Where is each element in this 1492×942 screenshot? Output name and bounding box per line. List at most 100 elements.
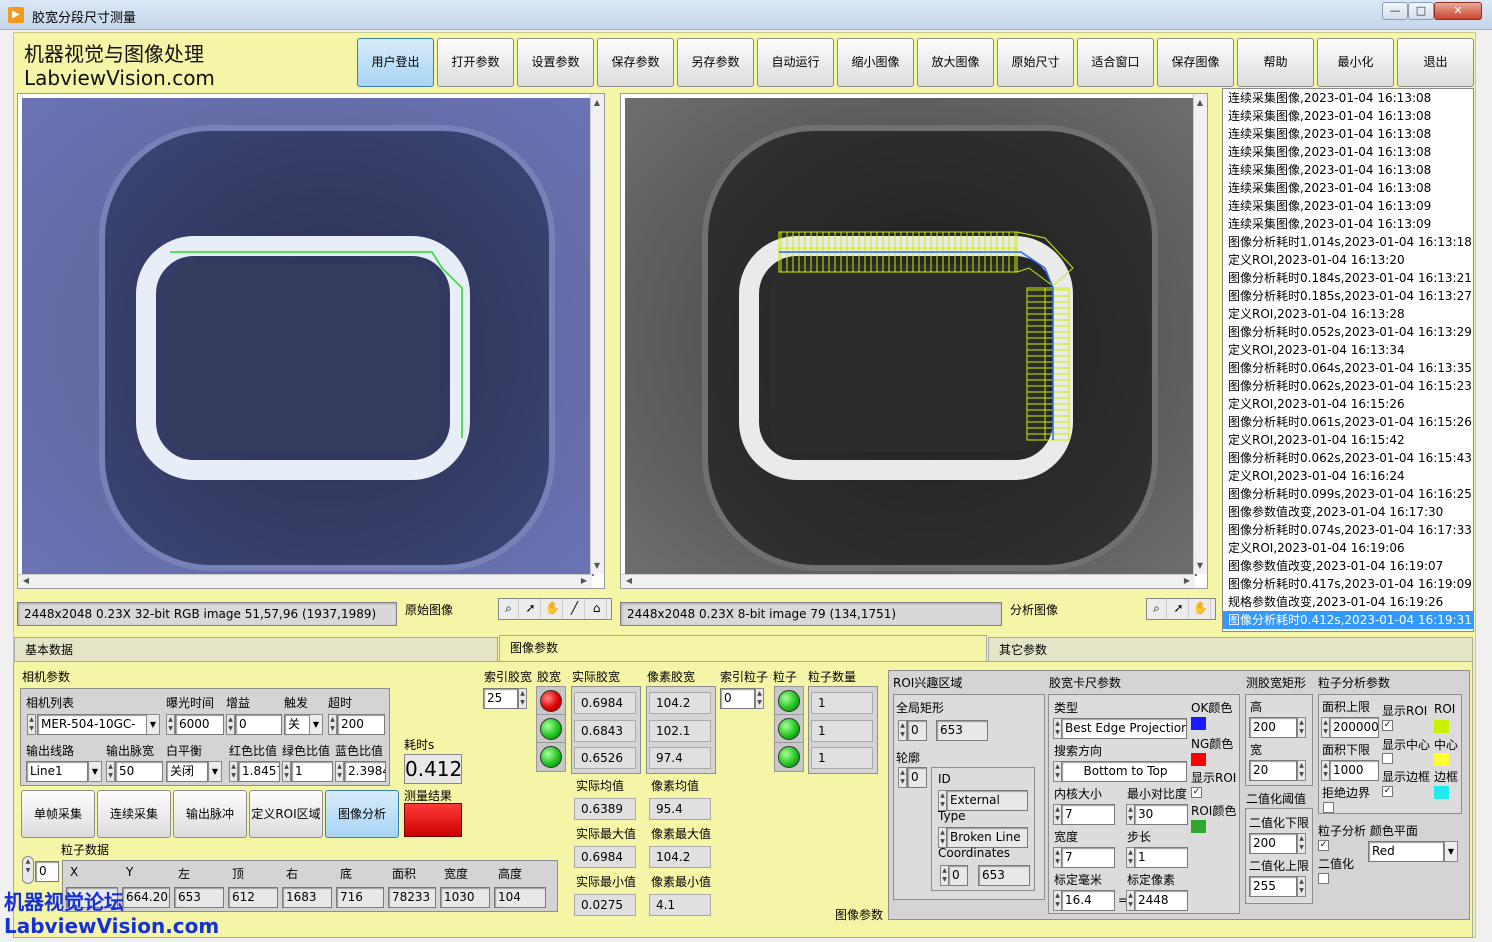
threshold-high-spinner[interactable]: ▲ ▼	[1297, 876, 1306, 897]
open-params-button[interactable]: 打开参数	[437, 38, 514, 87]
event-log[interactable]: 连续采集图像,2023-01-04 16:13:08 连续采集图像,2023-01…	[1222, 88, 1474, 632]
continuous-capture-button[interactable]: 连续采集	[97, 790, 171, 838]
polyline-tool-icon[interactable]: ⌂	[587, 599, 607, 619]
save-as-params-button[interactable]: 另存参数	[677, 38, 754, 87]
original-image-display[interactable]: ▲ ▼ ◀ ▶	[17, 93, 605, 589]
logout-button[interactable]: 用户登出	[357, 38, 434, 87]
log-entry[interactable]: 图像分析耗时0.061s,2023-01-04 16:15:26	[1223, 413, 1473, 431]
zoom-out-button[interactable]: 缩小图像	[837, 38, 914, 87]
chevron-down-icon[interactable]: ▼	[146, 714, 160, 735]
pointer-tool-icon[interactable]: ➚	[1169, 599, 1189, 619]
pulse-width-input[interactable]: 50	[115, 761, 163, 782]
threshold-low-input[interactable]: 200	[1249, 833, 1297, 854]
output-line-select[interactable]: Line1	[26, 761, 88, 782]
global-rect-spinner[interactable]: ▲ ▼	[898, 720, 907, 741]
exposure-input[interactable]: 6000	[175, 714, 224, 735]
log-entry[interactable]: 定义ROI,2023-01-04 16:13:28	[1223, 305, 1473, 323]
define-roi-button[interactable]: 定义ROI区域	[249, 790, 323, 838]
calib-mm-input[interactable]: 16.4	[1061, 890, 1115, 911]
calib-px-input[interactable]: 2448	[1134, 890, 1188, 911]
min-contrast-input[interactable]: 30	[1134, 804, 1188, 825]
width-input[interactable]: 7	[1061, 847, 1115, 868]
log-entry[interactable]: 图像分析耗时0.062s,2023-01-04 16:15:43	[1223, 449, 1473, 467]
rect-height-spinner[interactable]: ▲ ▼	[1297, 717, 1306, 738]
green-ratio-spinner[interactable]: ▲ ▼	[282, 761, 291, 782]
log-entry[interactable]: 定义ROI,2023-01-04 16:13:20	[1223, 251, 1473, 269]
binarize-option-checkbox[interactable]	[1318, 873, 1329, 884]
log-entry[interactable]: 图像分析耗时0.064s,2023-01-04 16:13:35	[1223, 359, 1473, 377]
rect-height-input[interactable]: 200	[1249, 717, 1297, 738]
log-entry[interactable]: 图像分析耗时1.014s,2023-01-04 16:13:18	[1223, 233, 1473, 251]
binarize-checkbox[interactable]: ✓	[1318, 840, 1329, 851]
show-center-checkbox[interactable]	[1382, 753, 1393, 764]
log-entry[interactable]: 连续采集图像,2023-01-04 16:13:08	[1223, 89, 1473, 107]
roi-color-swatch[interactable]	[1191, 820, 1206, 833]
rect-width-input[interactable]: 20	[1249, 760, 1297, 781]
rect-width-spinner[interactable]: ▲ ▼	[1297, 760, 1306, 781]
gain-input[interactable]: 0	[235, 714, 282, 735]
log-entry[interactable]: 连续采集图像,2023-01-04 16:13:08	[1223, 161, 1473, 179]
chevron-down-icon[interactable]: ▼	[88, 761, 102, 782]
vertical-scrollbar[interactable]: ▲ ▼	[590, 94, 604, 574]
log-entry[interactable]: 图像分析耗时0.074s,2023-01-04 16:17:33	[1223, 521, 1473, 539]
set-params-button[interactable]: 设置参数	[517, 38, 594, 87]
log-entry[interactable]: 图像分析耗时0.417s,2023-01-04 16:19:09	[1223, 575, 1473, 593]
gain-spinner[interactable]: ▲ ▼	[226, 714, 235, 735]
roi-color-swatch[interactable]	[1434, 720, 1449, 733]
blue-ratio-input[interactable]: 2.3984	[344, 761, 386, 782]
reject-border-checkbox[interactable]	[1323, 802, 1334, 813]
minimize-button[interactable]: 最小化	[1317, 38, 1394, 87]
single-capture-button[interactable]: 单帧采集	[21, 790, 95, 838]
log-entry[interactable]: 连续采集图像,2023-01-04 16:13:09	[1223, 215, 1473, 233]
coordinates-index[interactable]: 0	[948, 865, 968, 886]
blue-ratio-spinner[interactable]: ▲ ▼	[335, 761, 344, 782]
camera-list-index-spinner[interactable]: ▲ ▼	[27, 714, 36, 735]
output-pulse-button[interactable]: 输出脉冲	[173, 790, 247, 838]
analysis-image-display[interactable]: ▲ ▼ ◀ ▶	[620, 93, 1208, 589]
log-entry[interactable]: 图像分析耗时0.099s,2023-01-04 16:16:25	[1223, 485, 1473, 503]
horizontal-scrollbar[interactable]: ◀ ▶	[18, 574, 592, 588]
particle-index-field[interactable]: 0	[720, 688, 755, 709]
zoom-tool-icon[interactable]: ⌕	[1147, 599, 1167, 619]
particle-index-spinner[interactable]: ▲ ▼	[22, 856, 34, 884]
contour-spinner[interactable]: ▲ ▼	[898, 767, 907, 788]
caliper-type-select[interactable]: Best Edge Projection	[1061, 718, 1187, 739]
global-rect-index[interactable]: 0	[907, 720, 927, 741]
kernel-size-input[interactable]: 7	[1061, 804, 1115, 825]
timeout-input[interactable]: 200	[337, 714, 385, 735]
ok-color-swatch[interactable]	[1191, 717, 1206, 730]
log-entry[interactable]: 图像参数值改变,2023-01-04 16:19:07	[1223, 557, 1473, 575]
log-entry[interactable]: 连续采集图像,2023-01-04 16:13:08	[1223, 179, 1473, 197]
log-entry[interactable]: 图像分析耗时0.052s,2023-01-04 16:13:29	[1223, 323, 1473, 341]
fit-window-button[interactable]: 适合窗口	[1077, 38, 1154, 87]
particle-index-input[interactable]: 0	[35, 861, 59, 882]
log-entry[interactable]: 定义ROI,2023-01-04 16:16:24	[1223, 467, 1473, 485]
search-direction-select[interactable]: Bottom to Top	[1061, 761, 1187, 782]
log-entry[interactable]: 定义ROI,2023-01-04 16:19:06	[1223, 539, 1473, 557]
trigger-select[interactable]: 关	[284, 714, 310, 735]
chevron-down-icon[interactable]: ▼	[1444, 841, 1458, 862]
chevron-down-icon[interactable]: ▼	[309, 714, 323, 735]
threshold-high-input[interactable]: 255	[1249, 876, 1297, 897]
log-entry[interactable]: 图像分析耗时0.062s,2023-01-04 16:15:23	[1223, 377, 1473, 395]
save-image-button[interactable]: 保存图像	[1157, 38, 1234, 87]
close-window-button[interactable]: ✕	[1434, 2, 1482, 20]
vertical-scrollbar[interactable]: ▲ ▼	[1193, 94, 1207, 574]
line-tool-icon[interactable]: ╱	[565, 599, 585, 619]
exit-button[interactable]: 退出	[1397, 38, 1474, 87]
red-ratio-spinner[interactable]: ▲ ▼	[229, 761, 238, 782]
center-color-swatch[interactable]	[1434, 753, 1449, 766]
log-entry[interactable]: 图像分析耗时0.184s,2023-01-04 16:13:21	[1223, 269, 1473, 287]
image-analysis-button[interactable]: 图像分析	[325, 790, 399, 838]
log-entry[interactable]: 图像分析耗时0.185s,2023-01-04 16:13:27	[1223, 287, 1473, 305]
glue-index-spinner[interactable]: ▲ ▼	[518, 688, 527, 709]
particle-index-spinner[interactable]: ▲ ▼	[755, 688, 764, 709]
color-plane-select[interactable]: Red	[1368, 841, 1444, 862]
log-entry[interactable]: 连续采集图像,2023-01-04 16:13:08	[1223, 143, 1473, 161]
help-button[interactable]: 帮助	[1237, 38, 1314, 87]
tab-image-params[interactable]: 图像参数	[499, 635, 987, 663]
chevron-down-icon[interactable]: ▼	[208, 761, 222, 782]
log-entry[interactable]: 规格参数值改变,2023-01-04 16:19:26	[1223, 593, 1473, 611]
show-edge-checkbox[interactable]: ✓	[1382, 786, 1393, 797]
pan-tool-icon[interactable]: ✋	[1191, 599, 1211, 619]
